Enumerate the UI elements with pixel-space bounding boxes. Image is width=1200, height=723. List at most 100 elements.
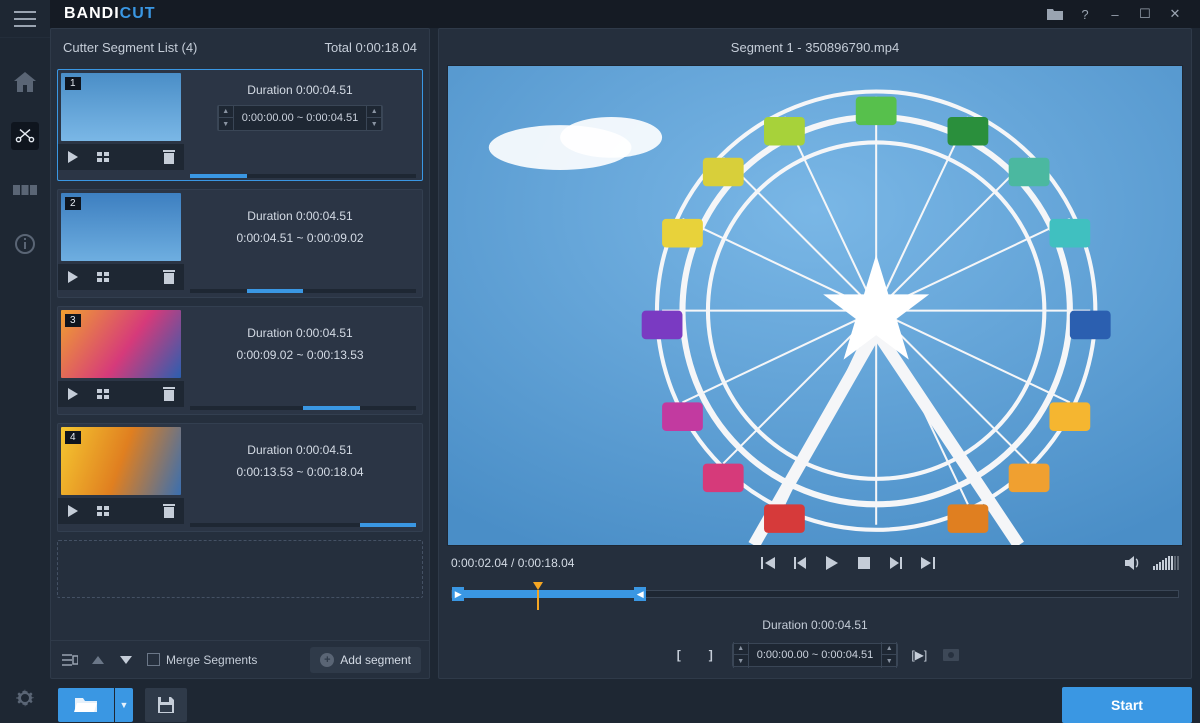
range-start-handle[interactable]: ▶ — [452, 587, 464, 601]
segment-play-button[interactable] — [58, 381, 88, 407]
segment-index: 4 — [65, 431, 81, 444]
logo-brand-a: BANDI — [64, 5, 120, 22]
preview-duration: Duration 0:00:04.51 — [439, 612, 1191, 638]
chev-up-icon[interactable]: ▲ — [366, 105, 382, 118]
segment-list-title: Cutter Segment List (4) — [63, 40, 197, 55]
home-icon[interactable] — [11, 68, 39, 96]
segment-range-value: 0:00:00.00 ~ 0:00:04.51 — [234, 112, 367, 124]
segment-progress — [190, 406, 416, 410]
minimize-button[interactable]: – — [1100, 0, 1130, 28]
chev-up-icon[interactable]: ▲ — [733, 642, 749, 655]
volume-level[interactable] — [1153, 556, 1179, 570]
playhead[interactable] — [533, 582, 543, 590]
mark-out-button[interactable]: ] — [700, 644, 722, 666]
segment-item[interactable]: 2 Duration 0:00:04.51 0:00:04.51 ~ 0:00:… — [57, 189, 423, 298]
add-segment-label: Add segment — [340, 653, 411, 667]
chev-down-icon[interactable]: ▼ — [881, 655, 897, 668]
maximize-button[interactable]: ☐ — [1130, 0, 1160, 28]
segment-delete-button[interactable] — [154, 264, 184, 290]
cut-icon[interactable] — [11, 122, 39, 150]
segment-index: 2 — [65, 197, 81, 210]
move-up-icon[interactable] — [87, 649, 109, 671]
segment-delete-button[interactable] — [154, 381, 184, 407]
segment-thumbnail[interactable]: 1 — [61, 73, 181, 141]
start-button[interactable]: Start — [1062, 687, 1192, 723]
workspace: Cutter Segment List (4) Total 0:00:18.04… — [50, 28, 1200, 687]
close-button[interactable]: ✕ — [1160, 0, 1190, 28]
list-options-icon[interactable] — [59, 649, 81, 671]
title-bar: BANDICUT ? – ☐ ✕ — [50, 0, 1200, 28]
main: BANDICUT ? – ☐ ✕ Cutter Segment List (4)… — [50, 0, 1200, 720]
segment-item[interactable]: 1 Duration 0:00:04.51 ▲▼ 0:00:00.00 ~ 0:… — [57, 69, 423, 181]
open-file-button[interactable] — [58, 688, 114, 722]
left-rail — [0, 0, 50, 720]
preview-range-input[interactable]: ▲▼ 0:00:00.00 ~ 0:00:04.51 ▲▼ — [732, 643, 899, 667]
stop-button[interactable] — [852, 551, 876, 575]
chev-down-icon[interactable]: ▼ — [366, 118, 382, 131]
mark-in-button[interactable]: [ — [668, 644, 690, 666]
segment-delete-button[interactable] — [154, 498, 184, 524]
step-back-button[interactable] — [788, 551, 812, 575]
menu-button[interactable] — [0, 0, 50, 38]
app-logo: BANDICUT — [64, 5, 156, 23]
segment-duration: Duration 0:00:04.51 — [247, 209, 352, 223]
segment-list: 1 Duration 0:00:04.51 ▲▼ 0:00:00.00 ~ 0:… — [51, 65, 429, 640]
segment-thumbnail[interactable]: 2 — [61, 193, 181, 261]
segment-range-value: 0:00:04.51 ~ 0:00:09.02 — [236, 231, 363, 245]
segment-grid-button[interactable] — [88, 264, 118, 290]
merge-segments-label: Merge Segments — [166, 653, 257, 667]
help-button[interactable]: ? — [1070, 0, 1100, 28]
video-preview[interactable] — [447, 65, 1183, 546]
segment-play-button[interactable] — [58, 144, 88, 170]
merge-segments-checkbox[interactable]: Merge Segments — [147, 653, 257, 667]
segment-play-button[interactable] — [58, 498, 88, 524]
segment-duration: Duration 0:00:04.51 — [247, 326, 352, 340]
plus-icon: + — [320, 653, 334, 667]
settings-icon[interactable] — [11, 692, 39, 720]
segment-thumbnail[interactable]: 4 — [61, 427, 181, 495]
segment-panel-header: Cutter Segment List (4) Total 0:00:18.04 — [51, 29, 429, 65]
chev-down-icon[interactable]: ▼ — [733, 655, 749, 668]
segment-delete-button[interactable] — [154, 144, 184, 170]
next-segment-button[interactable] — [916, 551, 940, 575]
segment-list-total: Total 0:00:18.04 — [324, 40, 417, 55]
segment-panel-footer: Merge Segments + Add segment — [51, 640, 429, 678]
preview-panel: Segment 1 - 350896790.mp4 — [438, 28, 1192, 679]
add-segment-button[interactable]: + Add segment — [310, 647, 421, 673]
segment-grid-button[interactable] — [88, 144, 118, 170]
move-down-icon[interactable] — [115, 649, 137, 671]
snapshot-button[interactable] — [940, 644, 962, 666]
segment-progress — [190, 523, 416, 527]
transport-bar: 0:00:02.04 / 0:00:18.04 — [439, 546, 1191, 580]
range-end-handle[interactable]: ◀ — [634, 587, 646, 601]
chev-down-icon[interactable]: ▼ — [218, 118, 234, 131]
chev-up-icon[interactable]: ▲ — [218, 105, 234, 118]
chev-up-icon[interactable]: ▲ — [881, 642, 897, 655]
play-range-button[interactable]: [▶] — [908, 644, 930, 666]
segment-grid-button[interactable] — [88, 381, 118, 407]
segment-range-input[interactable]: ▲▼ 0:00:00.00 ~ 0:00:04.51 ▲▼ — [217, 105, 384, 131]
preview-title: Segment 1 - 350896790.mp4 — [439, 29, 1191, 65]
logo-brand-b: CUT — [120, 5, 156, 22]
segment-grid-button[interactable] — [88, 498, 118, 524]
segment-item[interactable]: 4 Duration 0:00:04.51 0:00:13.53 ~ 0:00:… — [57, 423, 423, 532]
info-icon[interactable] — [11, 230, 39, 258]
step-fwd-button[interactable] — [884, 551, 908, 575]
volume-icon[interactable] — [1121, 551, 1145, 575]
segment-progress — [190, 289, 416, 293]
timeline[interactable]: ▶ ◀ — [451, 580, 1179, 606]
join-icon[interactable] — [11, 176, 39, 204]
preview-range-value: 0:00:00.00 ~ 0:00:04.51 — [749, 649, 882, 661]
playback-time: 0:00:02.04 / 0:00:18.04 — [451, 556, 574, 570]
segment-range-value: 0:00:13.53 ~ 0:00:18.04 — [236, 465, 363, 479]
save-button[interactable] — [145, 688, 187, 722]
segment-play-button[interactable] — [58, 264, 88, 290]
segment-duration: Duration 0:00:04.51 — [247, 443, 352, 457]
empty-segment-slot[interactable] — [57, 540, 423, 598]
segment-item[interactable]: 3 Duration 0:00:04.51 0:00:09.02 ~ 0:00:… — [57, 306, 423, 415]
play-button[interactable] — [820, 551, 844, 575]
segment-thumbnail[interactable]: 3 — [61, 310, 181, 378]
prev-segment-button[interactable] — [756, 551, 780, 575]
open-folder-button[interactable] — [1040, 0, 1070, 28]
open-file-dropdown[interactable]: ▼ — [115, 688, 133, 722]
